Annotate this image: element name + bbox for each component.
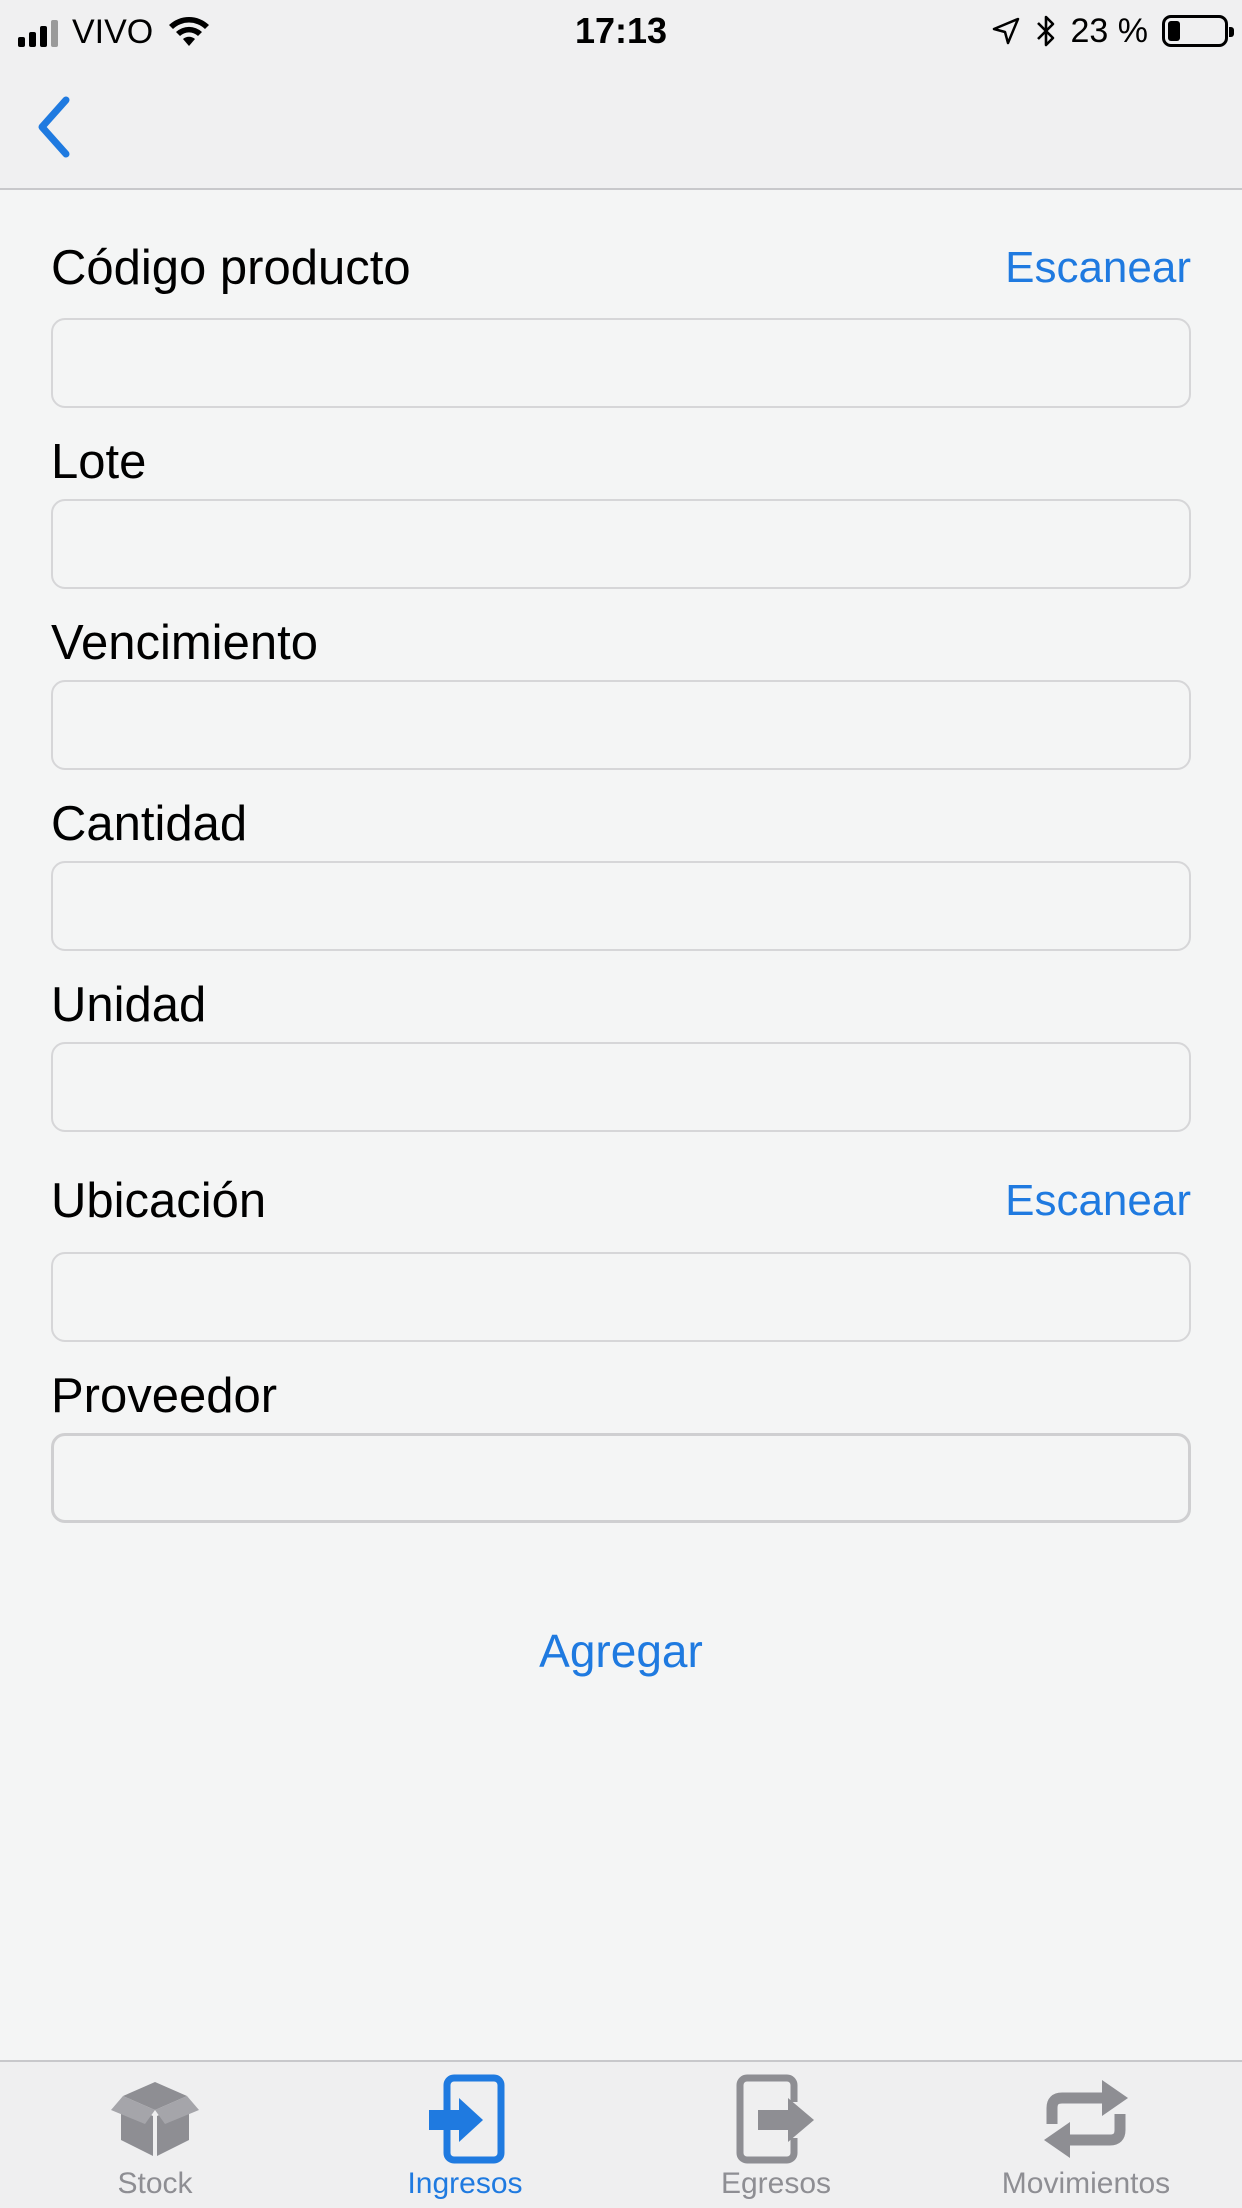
chevron-left-icon: [38, 96, 70, 158]
back-button[interactable]: [28, 90, 88, 164]
field-row-unidad: Unidad: [51, 975, 1191, 1035]
tab-ingresos[interactable]: Ingresos: [310, 2062, 620, 2208]
field-label-cantidad: Cantidad: [51, 797, 248, 851]
tab-label-ingresos: Ingresos: [407, 2167, 523, 2200]
proveedor-input[interactable]: [51, 1433, 1191, 1523]
tab-label-stock: Stock: [117, 2167, 193, 2200]
battery-percent: 23 %: [1070, 12, 1149, 50]
add-button[interactable]: Agregar: [0, 1620, 1242, 1682]
unidad-input[interactable]: [51, 1042, 1191, 1132]
field-label-ubicacion: Ubicación: [51, 1174, 267, 1228]
location-arrow-icon: [992, 17, 1019, 45]
status-bar: VIVO 17:13 23 %: [0, 0, 1242, 64]
scan-product-button[interactable]: Escanear: [1005, 238, 1191, 298]
field-row-ubicacion: Ubicación Escanear: [51, 1171, 1191, 1231]
field-row-proveedor: Proveedor: [51, 1366, 1191, 1426]
tab-egresos[interactable]: Egresos: [621, 2062, 931, 2208]
lote-input[interactable]: [51, 499, 1191, 589]
bluetooth-icon: [1036, 15, 1054, 47]
battery-icon: [1162, 15, 1234, 47]
ubicacion-input[interactable]: [51, 1252, 1191, 1342]
tab-bar: Stock Ingresos Egresos Movimientos: [0, 2060, 1242, 2208]
field-label-lote: Lote: [51, 435, 147, 489]
repeat-arrows-icon: [1044, 2080, 1128, 2158]
field-row-codigo-producto: Código producto Escanear: [51, 238, 1191, 298]
navigation-bar: [0, 64, 1242, 190]
field-label-codigo-producto: Código producto: [51, 241, 411, 295]
status-right: 23 %: [991, 10, 1234, 52]
field-label-vencimiento: Vencimiento: [51, 616, 318, 670]
codigo-producto-input[interactable]: [51, 318, 1191, 408]
field-row-cantidad: Cantidad: [51, 794, 1191, 854]
sign-in-icon: [429, 2074, 505, 2164]
cantidad-input[interactable]: [51, 861, 1191, 951]
tab-stock[interactable]: Stock: [0, 2062, 310, 2208]
box-icon: [111, 2082, 199, 2156]
tab-label-egresos: Egresos: [720, 2167, 832, 2200]
field-row-vencimiento: Vencimiento: [51, 613, 1191, 673]
battery-level: [1168, 21, 1181, 41]
field-label-proveedor: Proveedor: [51, 1369, 278, 1423]
field-label-unidad: Unidad: [51, 978, 207, 1032]
vencimiento-input[interactable]: [51, 680, 1191, 770]
sign-out-icon: [736, 2074, 814, 2164]
scan-location-button[interactable]: Escanear: [1005, 1171, 1191, 1231]
tab-label-movimientos: Movimientos: [1001, 2167, 1171, 2200]
tab-movimientos[interactable]: Movimientos: [931, 2062, 1241, 2208]
field-row-lote: Lote: [51, 432, 1191, 492]
